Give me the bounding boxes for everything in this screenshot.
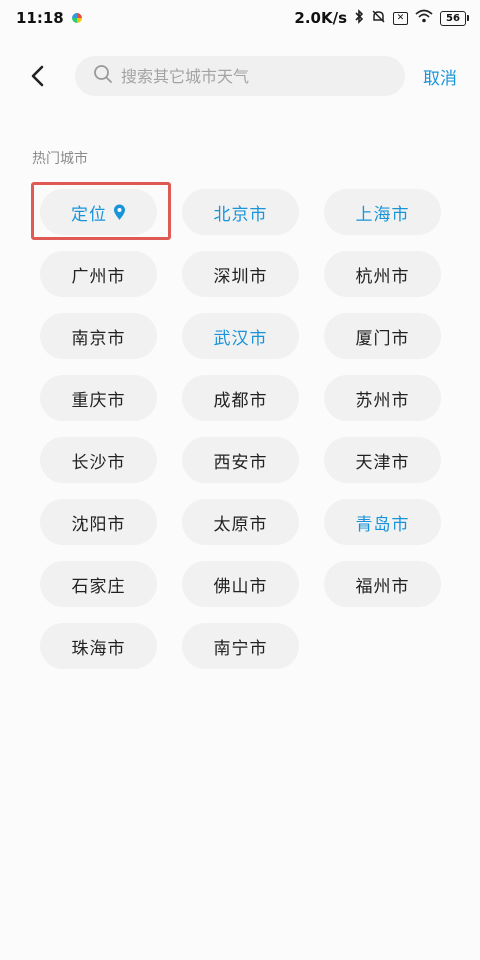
city-label: 广州市 [71,266,126,287]
back-button[interactable] [24,62,52,90]
status-bar: 11:18 2.0K/s ✕ 56 [0,0,480,36]
status-left: 11:18 [16,9,82,27]
wifi-icon [415,9,433,27]
city-chip[interactable]: 成都市 [182,375,299,421]
city-chip[interactable]: 南宁市 [182,623,299,669]
city-label: 西安市 [213,452,268,473]
city-label: 厦门市 [355,328,410,349]
city-chip[interactable]: 佛山市 [182,561,299,607]
city-chip[interactable]: 福州市 [324,561,441,607]
search-header: 取消 [0,54,480,98]
city-chip[interactable]: 天津市 [324,437,441,483]
mute-bell-icon [371,9,386,28]
city-label: 长沙市 [71,452,126,473]
cancel-button[interactable]: 取消 [423,64,457,89]
city-label: 石家庄 [71,576,126,597]
city-chip[interactable]: 厦门市 [324,313,441,359]
city-chip[interactable]: 长沙市 [40,437,157,483]
city-chip[interactable]: 珠海市 [40,623,157,669]
city-label: 天津市 [355,452,410,473]
search-box[interactable] [75,56,405,96]
app-notification-icon [71,13,82,23]
hot-cities-screen: 11:18 2.0K/s ✕ 56 搜索其它城市天气 取消 热门城市 定位 北京… [0,0,480,960]
city-chip[interactable]: 西安市 [182,437,299,483]
city-chip[interactable]: 石家庄 [40,561,157,607]
city-chip[interactable]: 苏州市 [324,375,441,421]
city-chip[interactable]: 武汉市 [182,313,299,359]
search-icon [93,64,113,88]
status-time: 11:18 [16,9,64,27]
network-speed: 2.0K/s [294,9,347,27]
city-label: 武汉市 [213,328,268,349]
city-label: 苏州市 [355,390,410,411]
city-chip[interactable]: 上海市 [324,189,441,235]
city-chip[interactable]: 青岛市 [324,499,441,545]
sim-off-icon: ✕ [393,11,408,25]
city-chip[interactable]: 太原市 [182,499,299,545]
section-title: 热门城市 [32,151,88,167]
bluetooth-icon [354,8,364,28]
city-label: 重庆市 [71,390,126,411]
city-chip[interactable]: 杭州市 [324,251,441,297]
city-chip[interactable]: 重庆市 [40,375,157,421]
city-label: 佛山市 [213,576,268,597]
city-label: 青岛市 [355,514,410,535]
chevron-left-icon [31,65,44,87]
city-label: 深圳市 [213,266,268,287]
city-label: 上海市 [355,204,410,225]
search-input[interactable] [121,66,381,86]
city-label: 珠海市 [71,638,126,659]
city-chip[interactable]: 广州市 [40,251,157,297]
location-pin-icon [113,204,126,221]
city-label: 成都市 [213,390,268,411]
hot-city-grid: 定位 北京市 上海市广州市 深圳市 杭州市南京市 武汉市 厦门市重庆市 成都市 苏州市长沙市 西安… [40,189,460,669]
city-label: 北京市 [213,204,268,225]
city-label: 沈阳市 [71,514,126,535]
city-chip[interactable]: 沈阳市 [40,499,157,545]
city-label: 太原市 [213,514,268,535]
city-label: 定位 [71,204,107,225]
city-chip[interactable]: 北京市 [182,189,299,235]
city-chip[interactable]: 深圳市 [182,251,299,297]
battery-icon: 56 [440,10,469,26]
city-chip[interactable]: 南京市 [40,313,157,359]
locate-city-button[interactable]: 定位 [40,189,157,235]
city-label: 杭州市 [355,266,410,287]
city-label: 南宁市 [213,638,268,659]
city-label: 南京市 [71,328,126,349]
battery-level: 56 [446,12,460,24]
status-right: 2.0K/s ✕ 56 [294,8,469,28]
city-label: 福州市 [355,576,410,597]
